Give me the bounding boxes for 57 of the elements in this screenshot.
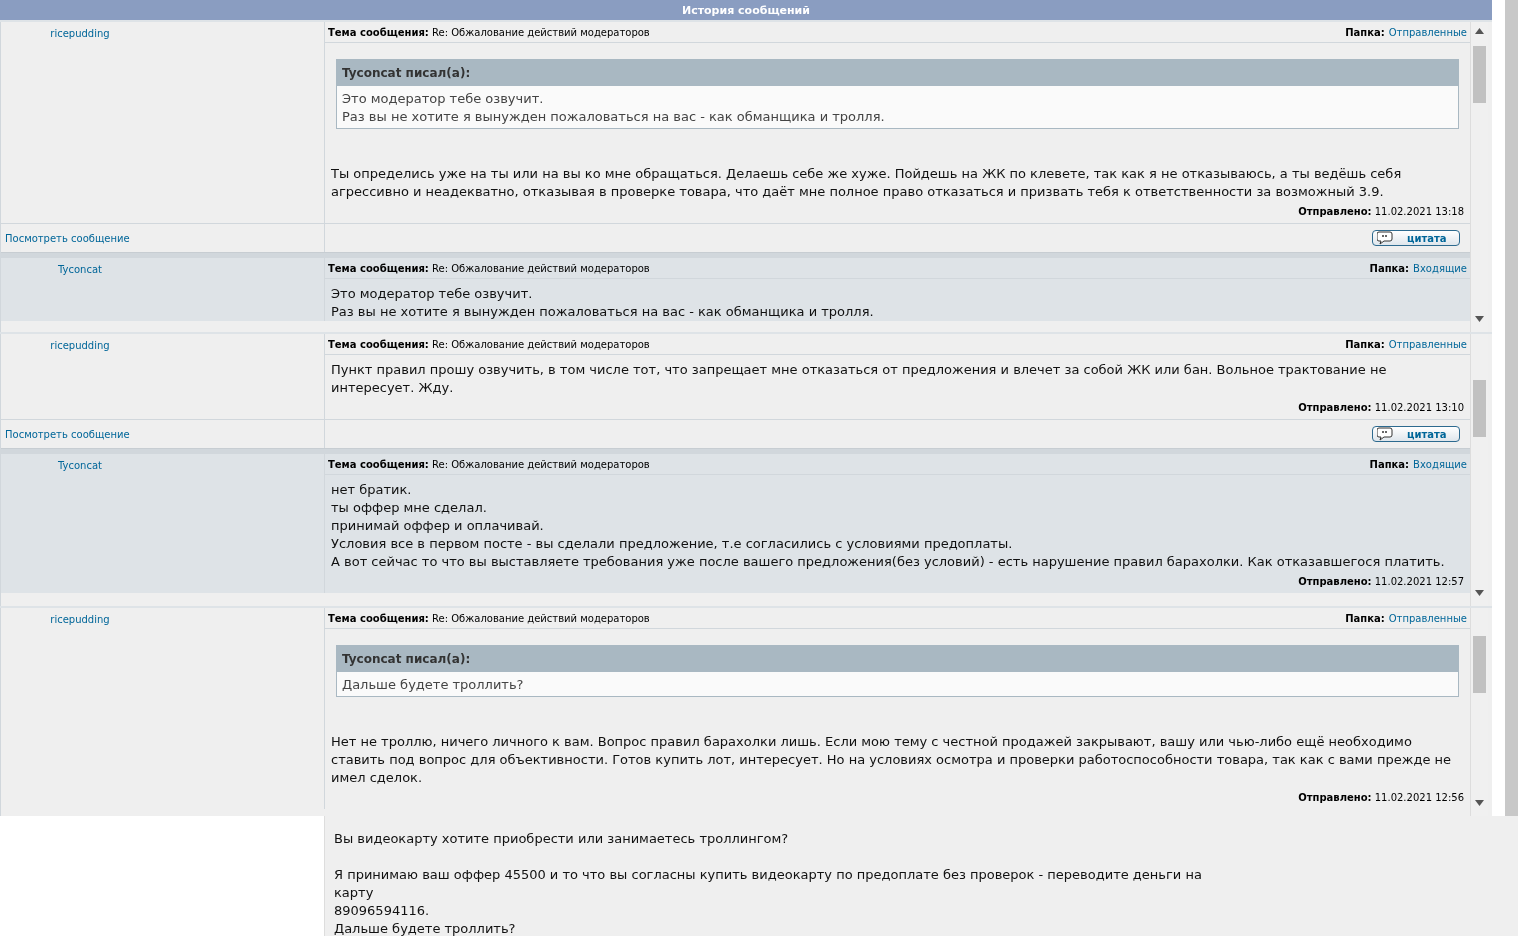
speech-bubble-icon	[1377, 231, 1395, 245]
scroll-down-icon[interactable]	[1475, 316, 1484, 322]
quote-text: Это модератор тебе озвучит.	[342, 90, 545, 108]
sent-date: Отправлено: 11.02.2021 12:56	[1298, 792, 1464, 803]
folder-label: Папка:	[1345, 338, 1385, 350]
message-text: Раз вы не хотите я вынужден пожаловаться на вас - как обманщика и тролля.	[331, 303, 875, 321]
scrollbar-thumb[interactable]	[1473, 636, 1486, 693]
message-subject: Тема сообщения: Re: Обжалование действий модераторов	[328, 338, 650, 350]
author-link[interactable]: ricepudding	[1, 28, 159, 39]
quote-author: Tyconcat писал(а):	[337, 646, 1458, 672]
message-subject: Тема сообщения: Re: Обжалование действий модераторов	[328, 458, 650, 470]
folder-link[interactable]: Отправленные	[1388, 612, 1467, 624]
folder-label: Папка:	[1369, 458, 1410, 470]
scrollbar-thumb[interactable]	[1473, 46, 1486, 103]
sent-date: Отправлено: 11.02.2021 13:18	[1298, 206, 1464, 217]
quote-button[interactable]: цитата	[1372, 426, 1460, 442]
message-subject: Тема сообщения: Re: Обжалование действий модераторов	[328, 612, 650, 624]
message-text: 89096594116.	[334, 902, 431, 920]
message-text: принимай оффер и оплачивай.	[331, 517, 545, 535]
message-text: ты оффер мне сделал.	[331, 499, 488, 517]
message-text: Вы видеокарту хотите приобрести или занимаетесь троллингом?	[334, 830, 790, 848]
author-link[interactable]: ricepudding	[1, 340, 159, 351]
view-message-link[interactable]: Посмотреть сообщение	[5, 232, 130, 244]
message-text: Дальше будете троллить?	[334, 920, 517, 936]
folder-link[interactable]: Входящие	[1413, 262, 1467, 274]
folder-link[interactable]: Входящие	[1413, 458, 1467, 470]
message-text: нет братик.	[331, 481, 413, 499]
message-text: Это модератор тебе озвучит.	[331, 285, 534, 303]
view-message-link[interactable]: Посмотреть сообщение	[5, 428, 130, 440]
folder-label: Папка:	[1369, 262, 1410, 274]
message-text: Ты определись уже на ты или на вы ко мне обращаться. Делаешь себе же хуже. Пойдешь на ЖК по клевете, так как я не отказываюсь, а ты ведёшь себя агрессивно и неадекватно, отказывая в проверке товара, что даёт мне полное право отказаться и призвать тебя к ответственности за возможный 3.9.	[331, 165, 1403, 201]
scroll-down-icon[interactable]	[1475, 590, 1484, 596]
sent-date: Отправлено: 11.02.2021 12:57	[1298, 576, 1464, 587]
message-subject: Тема сообщения: Re: Обжалование действий модераторов	[328, 262, 650, 274]
quote-button[interactable]: цитата	[1372, 230, 1460, 246]
message-text: Нет не троллю, ничего личного к вам. Вопрос правил барахолки лишь. Если мою тему с честной продажей закрывают, вашу или чью-либо ещё необходимо ставить под вопрос для объективности. Готов купить лот, интересует. Но на условиях осмотра и проверки работоспособности товара, так как с вами прежде не имел сделок.	[331, 733, 1453, 787]
message-text: Условия все в первом посте - вы сделали предложение, т.е согласились с условиями предоплаты.	[331, 535, 1014, 553]
folder-link[interactable]: Отправленные	[1388, 338, 1467, 350]
quote-text: Дальше будете троллить?	[342, 676, 525, 694]
quote-text: Раз вы не хотите я вынужден пожаловаться на вас - как обманщика и тролля.	[342, 108, 886, 126]
folder-label: Папка:	[1345, 26, 1385, 38]
author-link[interactable]: Tyconcat	[1, 264, 159, 275]
scroll-up-icon[interactable]	[1475, 28, 1484, 34]
author-link[interactable]: ricepudding	[1, 614, 159, 625]
message-subject: Тема сообщения: Re: Обжалование действий модераторов	[328, 26, 650, 38]
page-title: История сообщений	[681, 3, 811, 17]
message-text: Пункт правил прошу озвучить, в том числе тот, что запрещает мне отказаться от предложения и влечет за собой ЖК или бан. Вольное трактование не интересует. Жду.	[331, 361, 1388, 397]
scroll-down-icon[interactable]	[1475, 800, 1484, 806]
speech-bubble-icon	[1377, 427, 1395, 441]
quote-author: Tyconcat писал(а):	[337, 60, 1458, 86]
message-text: Я принимаю ваш оффер 45500 и то что вы согласны купить видеокарту по предоплате без проверок - переводите деньги на карту	[334, 866, 1203, 902]
folder-link[interactable]: Отправленные	[1388, 26, 1467, 38]
folder-label: Папка:	[1345, 612, 1385, 624]
scrollbar-thumb[interactable]	[1473, 380, 1486, 437]
sent-date: Отправлено: 11.02.2021 13:10	[1298, 402, 1464, 413]
message-text: А вот сейчас то что вы выставляете требования уже после вашего предложения(без условий) - есть нарушение правил барахолки. Как отказавшегося платить.	[331, 553, 1446, 571]
author-link[interactable]: Tyconcat	[1, 460, 159, 471]
